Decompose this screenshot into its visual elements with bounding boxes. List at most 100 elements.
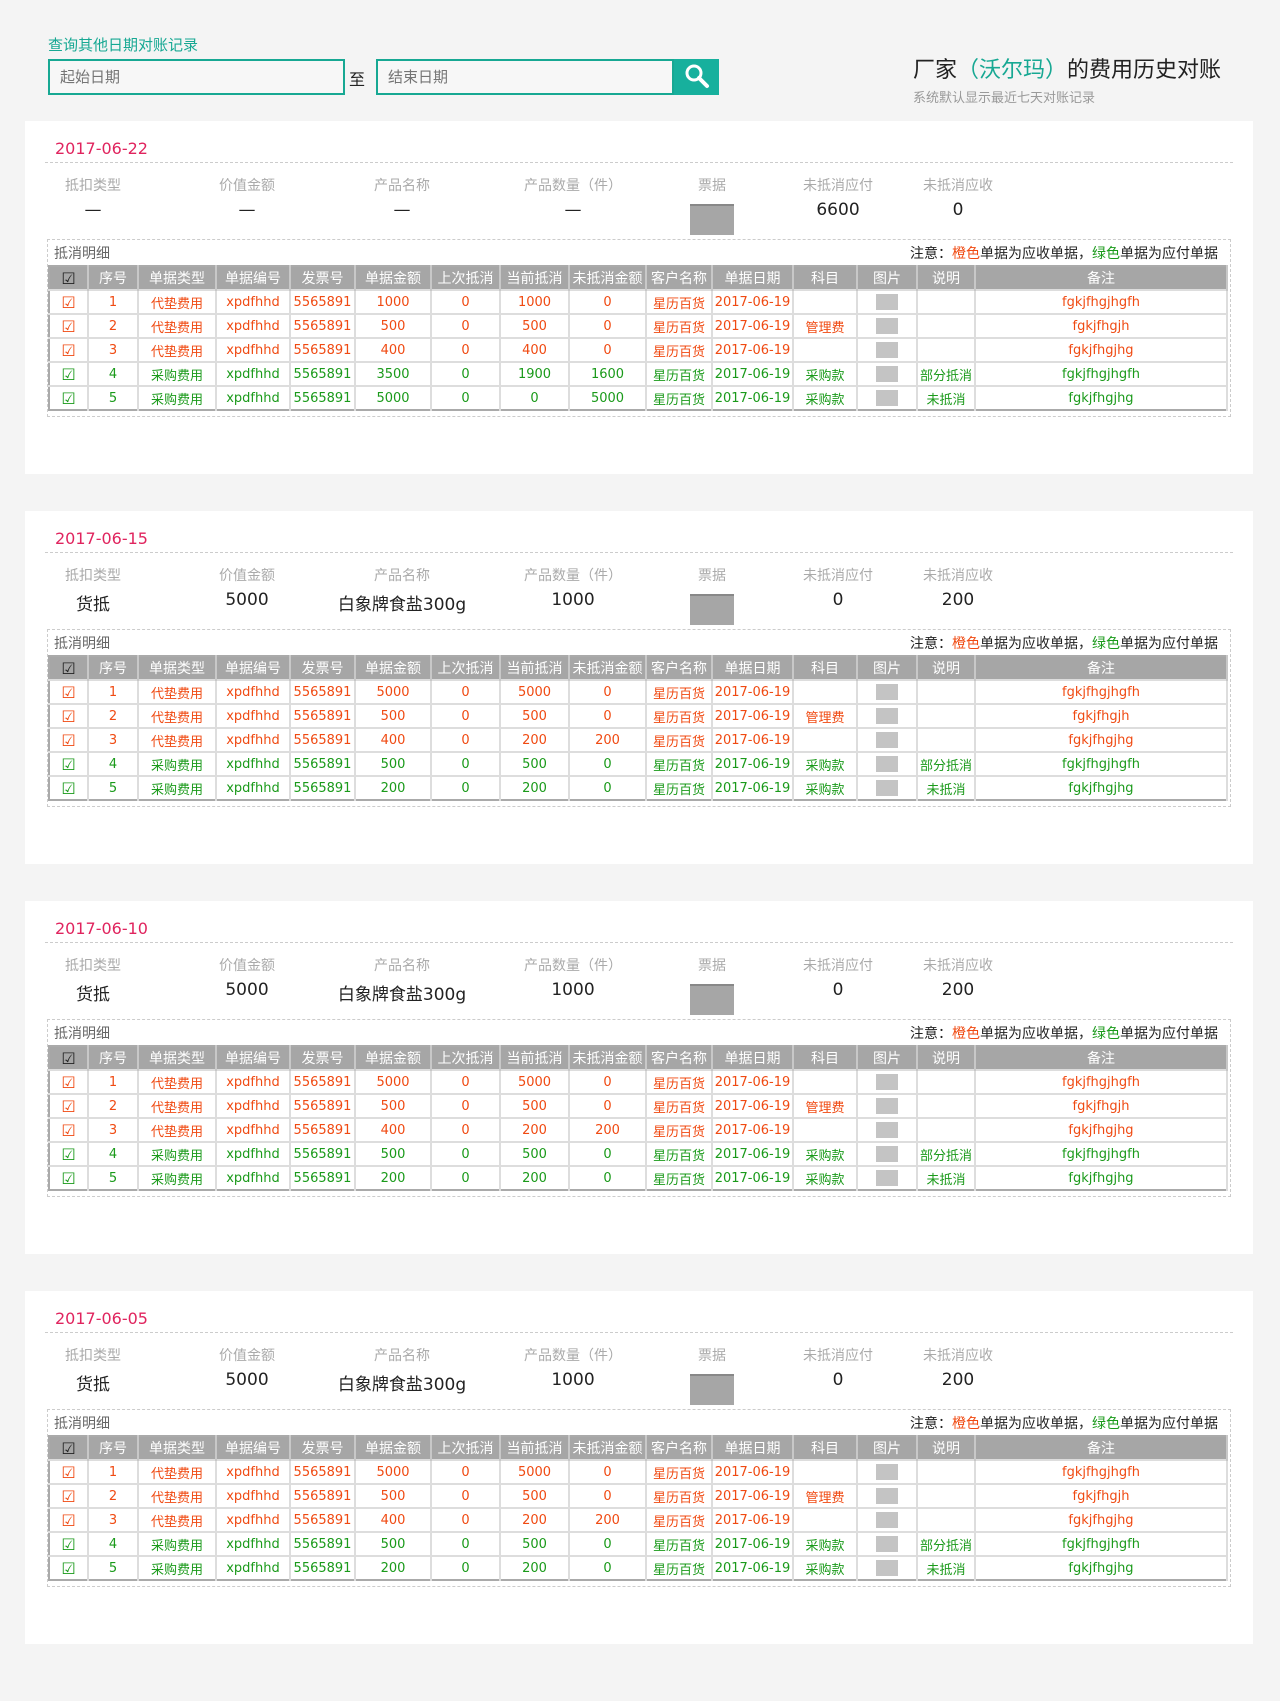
- image-thumbnail[interactable]: [876, 366, 898, 382]
- image-thumbnail[interactable]: [876, 1074, 898, 1090]
- row-checkbox[interactable]: ☑: [49, 1117, 89, 1142]
- row-checkbox[interactable]: ☑: [49, 775, 89, 800]
- select-all-checkbox[interactable]: ☑: [49, 266, 89, 290]
- image-thumbnail[interactable]: [876, 780, 898, 796]
- table-cell: 部分抵消: [917, 361, 976, 386]
- table-cell: [917, 289, 976, 314]
- image-thumbnail[interactable]: [876, 390, 898, 406]
- ticket-image[interactable]: [690, 594, 734, 625]
- table-cell: fgkjfhgjhg: [975, 727, 1228, 752]
- image-thumbnail[interactable]: [876, 1536, 898, 1552]
- search-icon: [685, 64, 709, 88]
- table-cell: 部分抵消: [917, 751, 976, 776]
- image-thumbnail[interactable]: [876, 1170, 898, 1186]
- table-cell: fgkjfhgjhg: [975, 1507, 1228, 1532]
- table-cell: fgkjfhgjhgfh: [975, 751, 1228, 776]
- row-checkbox[interactable]: ☑: [49, 1069, 89, 1094]
- select-all-checkbox[interactable]: ☑: [49, 656, 89, 680]
- row-checkbox[interactable]: ☑: [49, 751, 89, 776]
- table-row: ☑ 1 代垫费用 xpdfhhd 5565891 5000 0 5000 0 星历百货 2017-0…: [49, 679, 1228, 704]
- row-checkbox[interactable]: ☑: [49, 1165, 89, 1190]
- column-header: 未抵消金额: [569, 1436, 647, 1460]
- row-checkbox[interactable]: ☑: [49, 385, 89, 410]
- table-cell: [793, 337, 858, 362]
- table-cell: 星历百货: [646, 1093, 713, 1118]
- table-cell: 2017-06-19: [712, 1555, 794, 1580]
- image-thumbnail[interactable]: [876, 1122, 898, 1138]
- table-cell: [917, 337, 976, 362]
- table-cell: 0: [569, 1459, 647, 1484]
- image-thumbnail[interactable]: [876, 294, 898, 310]
- image-thumbnail[interactable]: [876, 1098, 898, 1114]
- table-cell: 0: [431, 1069, 501, 1094]
- table-cell: 代垫费用: [138, 1117, 217, 1142]
- row-checkbox[interactable]: ☑: [49, 313, 89, 338]
- table-cell: 代垫费用: [138, 679, 217, 704]
- column-header: 图片: [857, 1046, 918, 1070]
- note-mid: 单据为应收单据，: [980, 636, 1092, 652]
- row-checkbox[interactable]: ☑: [49, 1507, 89, 1532]
- table-cell: 管理费: [793, 313, 858, 338]
- table-cell: 5565891: [290, 1069, 356, 1094]
- table-cell: 2017-06-19: [712, 1459, 794, 1484]
- ticket-image[interactable]: [690, 1374, 734, 1405]
- detail-table: ☑ 序号 单据类型 单据编号 发票号 单据金额 上次抵消 当前抵消 未抵消金额 客户名称 单据日期科…: [48, 1045, 1228, 1191]
- select-all-checkbox[interactable]: ☑: [49, 1436, 89, 1460]
- table-cell: [917, 1483, 976, 1508]
- ticket-image[interactable]: [690, 984, 734, 1015]
- table-cell: 2017-06-19: [712, 1507, 794, 1532]
- table-cell: 5565891: [290, 361, 356, 386]
- row-checkbox[interactable]: ☑: [49, 1483, 89, 1508]
- image-thumbnail[interactable]: [876, 708, 898, 724]
- column-header: 备注: [975, 266, 1228, 290]
- row-checkbox[interactable]: ☑: [49, 703, 89, 728]
- table-row: ☑ 2 代垫费用 xpdfhhd 5565891 500 0 500 0 星历百货 2017-06-…: [49, 1093, 1228, 1118]
- row-checkbox[interactable]: ☑: [49, 727, 89, 752]
- row-checkbox[interactable]: ☑: [49, 337, 89, 362]
- row-checkbox[interactable]: ☑: [49, 1531, 89, 1556]
- summary-value: 白象牌食盐300g: [337, 1375, 467, 1395]
- table-cell: 采购费用: [138, 385, 217, 410]
- row-checkbox[interactable]: ☑: [49, 361, 89, 386]
- card-date: 2017-06-22: [55, 139, 148, 158]
- image-thumbnail[interactable]: [876, 732, 898, 748]
- table-cell: 1600: [569, 361, 647, 386]
- row-checkbox[interactable]: ☑: [49, 1555, 89, 1580]
- table-cell: xpdfhhd: [216, 313, 291, 338]
- table-cell: xpdfhhd: [216, 289, 291, 314]
- end-date-input[interactable]: [376, 59, 674, 95]
- detail-section: 抵消明细 注意：橙色单据为应收单据，绿色单据为应付单据 ☑ 序号 单据类型 单据编号发…: [47, 1409, 1231, 1587]
- detail-section: 抵消明细 注意：橙色单据为应收单据，绿色单据为应付单据 ☑ 序号 单据类型 单据编号发…: [47, 239, 1231, 417]
- table-cell: 5565891: [290, 703, 356, 728]
- row-checkbox[interactable]: ☑: [49, 1093, 89, 1118]
- table-cell: 0: [431, 385, 501, 410]
- table-cell: 2017-06-19: [712, 1069, 794, 1094]
- row-checkbox[interactable]: ☑: [49, 1141, 89, 1166]
- image-thumbnail[interactable]: [876, 1488, 898, 1504]
- reconciliation-card: 2017-06-22 抵扣类型 价值金额 产品名称 产品数量（件） 票据 未抵消应付 未抵消应…: [25, 121, 1253, 474]
- image-thumbnail[interactable]: [876, 756, 898, 772]
- image-thumbnail[interactable]: [876, 1560, 898, 1576]
- table-cell: 1: [88, 289, 139, 314]
- column-header: 单据类型: [138, 1046, 217, 1070]
- table-cell: 2017-06-19: [712, 1093, 794, 1118]
- image-thumbnail[interactable]: [876, 684, 898, 700]
- select-all-checkbox[interactable]: ☑: [49, 1046, 89, 1070]
- note-orange: 橙色: [952, 1026, 980, 1042]
- table-cell: 代垫费用: [138, 289, 217, 314]
- column-header: 单据编号: [216, 1046, 291, 1070]
- image-thumbnail[interactable]: [876, 1464, 898, 1480]
- table-cell: 0: [431, 1117, 501, 1142]
- table-cell: 200: [500, 1555, 570, 1580]
- ticket-image[interactable]: [690, 204, 734, 235]
- image-thumbnail[interactable]: [876, 318, 898, 334]
- image-thumbnail[interactable]: [876, 342, 898, 358]
- table-row: ☑ 5 采购费用 xpdfhhd 5565891 200 0 200 0 星历百货 2017-06-…: [49, 1555, 1228, 1580]
- row-checkbox[interactable]: ☑: [49, 289, 89, 314]
- start-date-input[interactable]: [48, 59, 345, 95]
- search-button[interactable]: [674, 59, 719, 95]
- image-thumbnail[interactable]: [876, 1512, 898, 1528]
- image-thumbnail[interactable]: [876, 1146, 898, 1162]
- row-checkbox[interactable]: ☑: [49, 679, 89, 704]
- row-checkbox[interactable]: ☑: [49, 1459, 89, 1484]
